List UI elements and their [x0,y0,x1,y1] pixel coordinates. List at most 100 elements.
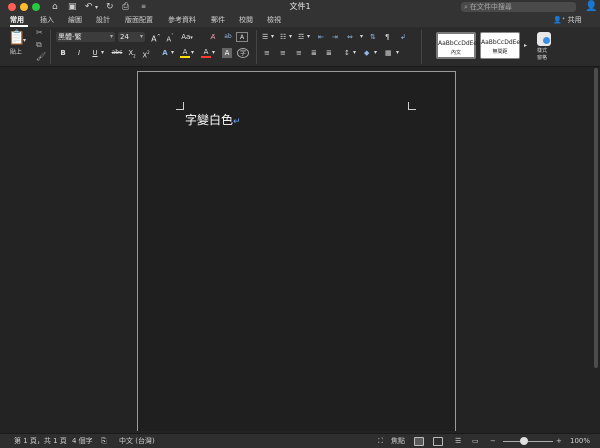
show-formatting-icon[interactable]: ¶ [385,32,389,42]
redo-icon[interactable]: ↻ [106,1,114,13]
tab-layout[interactable]: 版面配置 [125,14,153,27]
shading-icon[interactable]: ◆ [364,48,369,58]
focus-label[interactable]: 焦點 [391,434,405,448]
enclose-characters-icon[interactable]: A [236,32,248,42]
italic-button[interactable]: I [74,48,84,58]
change-case-button[interactable]: Aa▾ [180,32,194,42]
print-icon[interactable]: ⎙ [122,1,129,13]
close-window-button[interactable] [8,3,16,11]
separator [50,30,51,64]
styles-pane-label[interactable]: 樣式 窗格 [537,48,547,62]
bold-button[interactable]: B [58,48,68,58]
borders-dropdown-icon[interactable]: ▾ [396,48,399,58]
undo-icon[interactable]: ↶ [85,1,93,13]
word-count[interactable]: 4 個字 [72,434,93,448]
zoom-slider-handle[interactable] [520,437,528,445]
save-icon[interactable]: ▣ [68,1,77,13]
zoom-slider[interactable] [503,441,553,442]
language-status[interactable]: 中文 (台灣) [119,434,155,448]
line-spacing-dropdown-icon[interactable]: ▾ [353,48,356,58]
style-sample: AaBbCcDdEe [481,39,521,46]
tab-draw[interactable]: 繪圖 [68,14,82,27]
print-layout-view-button[interactable] [414,437,424,446]
document-body-text[interactable]: 字變白色↵ [185,112,241,130]
zoom-in-icon[interactable]: + [556,434,562,448]
account-icon[interactable]: 👤 [585,1,597,12]
font-size-dropdown[interactable]: 24 ▾ [118,32,145,42]
bullets-dropdown-icon[interactable]: ▾ [271,32,274,42]
sort-icon[interactable]: ⇅ [370,32,376,42]
bullets-icon[interactable]: ☰ [262,32,268,42]
document-page[interactable]: 字變白色↵ [137,71,456,431]
line-spacing-icon[interactable]: ↕ [344,48,350,58]
tab-insert[interactable]: 插入 [40,14,54,27]
font-color-dropdown-icon[interactable]: ▾ [212,48,215,58]
align-right-icon[interactable]: ≡ [296,48,302,58]
tab-references[interactable]: 參考資料 [168,14,196,27]
copy-icon[interactable]: ⧉ [36,40,42,50]
customize-toolbar-icon[interactable]: ≡ [141,1,146,13]
style-no-spacing[interactable]: AaBbCcDdEe 無間距 [480,32,520,59]
underline-button[interactable]: U [90,48,100,58]
numbering-dropdown-icon[interactable]: ▾ [289,32,292,42]
character-scale-icon[interactable]: ⇔ [347,32,353,42]
justify-icon[interactable]: ≣ [311,48,317,58]
increase-indent-icon[interactable]: ⇥ [332,32,338,42]
draft-view-icon[interactable]: ▭ [472,434,479,448]
vertical-scrollbar[interactable] [594,68,598,368]
character-scale-dropdown-icon[interactable]: ▾ [360,32,363,42]
text-direction-icon[interactable]: ↲ [400,32,406,42]
styles-pane-icon[interactable] [537,32,551,46]
paste-label[interactable]: 貼上 [10,48,22,58]
phonetic-guide-icon[interactable]: ab [222,32,234,42]
styles-gallery-expand-icon[interactable]: ▸ [524,41,527,51]
multilevel-list-icon[interactable]: ☲ [298,32,304,42]
underline-dropdown-icon[interactable]: ▾ [101,48,104,58]
highlight-dropdown-icon[interactable]: ▾ [191,48,194,58]
maximize-window-button[interactable] [32,3,40,11]
borders-icon[interactable]: ▦ [385,48,392,58]
home-icon[interactable]: ⌂ [52,1,58,13]
numbering-icon[interactable]: ☷ [280,32,286,42]
multilevel-dropdown-icon[interactable]: ▾ [307,32,310,42]
proofing-icon[interactable]: ⎘ [101,434,107,448]
minimize-window-button[interactable] [20,3,28,11]
font-name-dropdown[interactable]: 黑體-繁 ▾ [56,32,115,42]
web-layout-view-button[interactable] [433,437,443,446]
shading-dropdown-icon[interactable]: ▾ [374,48,377,58]
undo-dropdown-icon[interactable]: ▾ [95,2,98,14]
tab-mailings[interactable]: 郵件 [211,14,225,27]
paste-dropdown-icon[interactable]: ▾ [23,36,26,46]
zoom-out-icon[interactable]: − [490,434,496,448]
tab-review[interactable]: 校閱 [239,14,253,27]
align-left-icon[interactable]: ≡ [264,48,270,58]
format-painter-icon[interactable]: 🖌 [36,52,46,62]
strikethrough-button[interactable]: abc [110,48,124,58]
enclosed-character-button[interactable]: 字 [237,48,249,58]
focus-icon[interactable]: ⛶ [378,434,383,448]
search-field[interactable]: ⌕ 在文件中搜尋 [461,2,576,12]
tab-design[interactable]: 設計 [96,14,110,27]
text-effects-dropdown-icon[interactable]: ▾ [171,48,174,58]
outline-view-icon[interactable]: ☰ [455,434,461,448]
cut-icon[interactable]: ✂ [36,28,43,38]
share-button[interactable]: 👤⁺ 共用 [553,14,582,27]
align-center-icon[interactable]: ≡ [280,48,286,58]
grow-font-button[interactable]: A^ [150,32,162,44]
highlight-button[interactable]: A [180,47,190,58]
superscript-button[interactable]: X2 [141,48,151,59]
shrink-font-button[interactable]: Aˇ [164,32,176,43]
page-count[interactable]: 第 1 頁，共 1 頁 [14,434,67,448]
style-normal[interactable]: AaBbCcDdEe 內文 [436,32,477,59]
tab-view[interactable]: 檢視 [267,14,281,27]
character-shading-button[interactable]: A [222,48,232,58]
decrease-indent-icon[interactable]: ⇤ [318,32,324,42]
status-bar: 第 1 頁，共 1 頁 4 個字 ⎘ 中文 (台灣) ⛶ 焦點 ☰ ▭ − + … [0,433,600,448]
subscript-button[interactable]: X2 [127,48,137,58]
distributed-icon[interactable]: ≣ [326,48,332,58]
clear-formatting-icon[interactable]: A̸ [207,32,219,42]
zoom-level[interactable]: 100% [570,434,590,448]
font-color-button[interactable]: A [201,47,211,58]
paragraph-text[interactable]: 字變白色 [185,113,233,127]
text-effects-button[interactable]: A [160,48,170,58]
